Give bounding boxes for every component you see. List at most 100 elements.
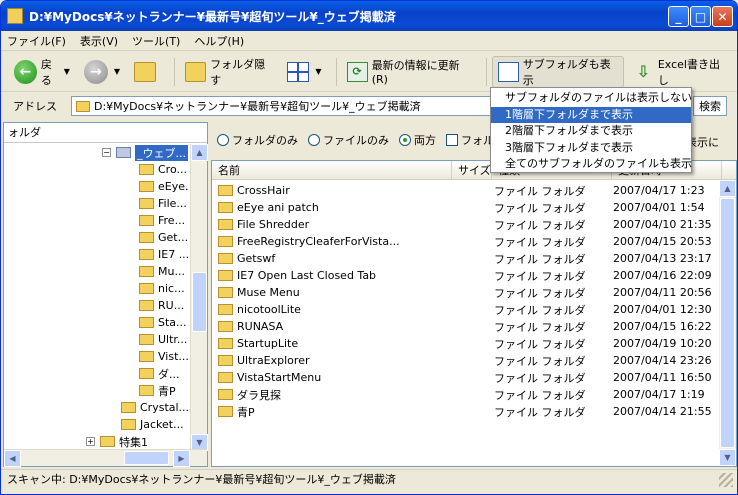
- menu-help[interactable]: ヘルプ(H): [194, 33, 244, 49]
- refresh-button[interactable]: ⟳ 最新の情報に更新(R): [342, 56, 477, 88]
- list-vertical-scrollbar[interactable]: ▲ ▼: [719, 180, 736, 466]
- folder-icon: [218, 253, 233, 264]
- search-button[interactable]: 検索: [693, 96, 727, 116]
- table-row[interactable]: FreeRegistryCleaferForVista... ファイル フォルダ 2…: [212, 233, 732, 250]
- view-mode-button[interactable]: ▼: [282, 56, 326, 88]
- title-bar[interactable]: D:¥MyDocs¥ネットランナー¥最新号¥超旬ツール¥_ウェブ掲載済 _ □ …: [1, 1, 737, 31]
- type-cell: ファイル フォルダ: [494, 218, 586, 232]
- tree-node[interactable]: Fre...: [139, 212, 185, 229]
- name-cell: 青P: [218, 404, 255, 420]
- tree-node[interactable]: Jacket...: [121, 416, 184, 433]
- expand-icon[interactable]: +: [86, 437, 95, 446]
- tree-vertical-scrollbar[interactable]: ▲ ▼: [190, 144, 208, 451]
- folder-icon: [139, 232, 154, 243]
- tree-node[interactable]: Crystal...: [121, 399, 189, 416]
- date-cell: 2007/04/15 20:53: [613, 235, 712, 248]
- resize-grip-icon[interactable]: [719, 473, 733, 487]
- hide-folder-button[interactable]: フォルダ隠す: [180, 56, 278, 88]
- menu-file[interactable]: ファイル(F): [7, 33, 66, 49]
- folder-icon: [121, 419, 136, 430]
- menu-view[interactable]: 表示(V): [80, 33, 118, 49]
- folder-app-icon: [7, 8, 23, 24]
- date-cell: 2007/04/19 10:20: [613, 337, 712, 350]
- table-row[interactable]: CrossHair ファイル フォルダ 2007/04/17 1:23: [212, 182, 732, 199]
- date-cell: 2007/04/11 16:50: [613, 371, 712, 384]
- radio-both[interactable]: 両方: [399, 132, 436, 148]
- folder-checkbox[interactable]: フォル: [446, 132, 494, 148]
- folder-icon: [139, 215, 154, 226]
- tree-node[interactable]: Cro...: [139, 161, 187, 178]
- table-row[interactable]: ダラ見探 ファイル フォルダ 2007/04/17 1:19: [212, 386, 732, 403]
- tree-node[interactable]: eEye...: [139, 178, 189, 195]
- file-list-pane: フォルダのみ ファイルのみ 両方 フォル 表示に 名前 サイズ 種類 更新日時 …: [211, 122, 737, 467]
- menu-item-three-levels[interactable]: 3階層下フォルダまで表示: [491, 140, 691, 157]
- up-folder-button[interactable]: [129, 56, 165, 88]
- table-row[interactable]: Getswf ファイル フォルダ 2007/04/13 23:17: [212, 250, 732, 267]
- table-row[interactable]: VistaStartMenu ファイル フォルダ 2007/04/11 16:50: [212, 369, 732, 386]
- back-button[interactable]: ← 戻る ▼: [9, 56, 75, 88]
- folder-icon: [139, 334, 154, 345]
- menu-item-no-subfolder-files[interactable]: サブフォルダのファイルは表示しない: [491, 90, 692, 107]
- scroll-thumb[interactable]: [192, 272, 207, 332]
- tree-node[interactable]: File...: [139, 195, 187, 212]
- column-name[interactable]: 名前: [212, 161, 452, 179]
- type-cell: ファイル フォルダ: [494, 303, 586, 317]
- folder-icon: [218, 389, 233, 400]
- menu-item-all-subfolders[interactable]: 全てのサブフォルダのファイルも表示: [491, 156, 692, 173]
- tree-node[interactable]: nic...: [139, 280, 185, 297]
- table-row[interactable]: StartupLite ファイル フォルダ 2007/04/19 10:20: [212, 335, 732, 352]
- download-arrow-icon: ⇩: [636, 61, 650, 81]
- forward-arrow-icon: →: [83, 59, 108, 84]
- name-cell: RUNASA: [218, 320, 283, 333]
- excel-export-button[interactable]: ⇩ Excel書き出し: [628, 56, 733, 88]
- table-row[interactable]: File Shredder ファイル フォルダ 2007/04/10 21:35: [212, 216, 732, 233]
- address-input[interactable]: D:¥MyDocs¥ネットランナー¥最新号¥超旬ツール¥_ウェブ掲載済: [71, 96, 491, 116]
- menu-tools[interactable]: ツール(T): [132, 33, 180, 49]
- scroll-up-icon[interactable]: ▲: [191, 144, 208, 161]
- table-row[interactable]: RUNASA ファイル フォルダ 2007/04/15 16:22: [212, 318, 732, 335]
- date-cell: 2007/04/14 21:55: [613, 405, 712, 418]
- scroll-down-icon[interactable]: ▼: [719, 449, 736, 466]
- forward-button[interactable]: → ▼: [79, 56, 125, 88]
- menu-item-one-level[interactable]: 1階層下フォルダまで表示: [491, 106, 691, 123]
- refresh-icon: ⟳: [346, 61, 368, 82]
- tree-node[interactable]: Mu...: [139, 263, 185, 280]
- scroll-thumb[interactable]: [720, 198, 735, 448]
- menu-item-two-levels[interactable]: 2階層下フォルダまで表示: [491, 123, 691, 140]
- back-label: 戻る: [40, 57, 52, 87]
- tree-node[interactable]: ダ...: [139, 365, 180, 382]
- column-size[interactable]: サイズ: [452, 161, 492, 179]
- table-row[interactable]: nicotoolLite ファイル フォルダ 2007/04/01 12:30: [212, 301, 732, 318]
- folder-tree: − _ウェブ... Cro... eEye... File... Fre... …: [4, 144, 189, 451]
- name-cell: StartupLite: [218, 337, 298, 350]
- tree-node-selected[interactable]: − _ウェブ...: [102, 144, 188, 161]
- maximize-button[interactable]: □: [690, 6, 711, 27]
- table-row[interactable]: Muse Menu ファイル フォルダ 2007/04/11 20:56: [212, 284, 732, 301]
- tree-node[interactable]: Vist...: [139, 348, 189, 365]
- file-name: IE7 Open Last Closed Tab: [237, 269, 377, 282]
- scroll-thumb[interactable]: [124, 451, 169, 465]
- table-row[interactable]: IE7 Open Last Closed Tab ファイル フォルダ 2007/04…: [212, 267, 732, 284]
- table-row[interactable]: 青P ファイル フォルダ 2007/04/14 21:55: [212, 403, 732, 420]
- radio-folders-only[interactable]: フォルダのみ: [217, 132, 298, 148]
- scroll-up-icon[interactable]: ▲: [719, 180, 736, 197]
- tree-node[interactable]: IE7 ...: [139, 246, 189, 263]
- table-row[interactable]: UltraExplorer ファイル フォルダ 2007/04/14 23:26: [212, 352, 732, 369]
- tree-node[interactable]: Ultr...: [139, 331, 187, 348]
- subfolder-button[interactable]: サブフォルダも表示: [491, 55, 624, 88]
- table-row[interactable]: eEye ani patch ファイル フォルダ 2007/04/01 1:54: [212, 199, 732, 216]
- name-cell: Getswf: [218, 252, 275, 265]
- tree-horizontal-scrollbar[interactable]: ◀ ▶: [4, 449, 207, 467]
- radio-files-only[interactable]: ファイルのみ: [308, 132, 389, 148]
- tree-node[interactable]: Get...: [139, 229, 188, 246]
- minimize-button[interactable]: _: [668, 6, 689, 27]
- tree-node[interactable]: 青P: [139, 382, 176, 399]
- tree-node[interactable]: + 特集1: [86, 433, 148, 450]
- close-button[interactable]: ✕: [712, 6, 733, 27]
- scroll-right-icon[interactable]: ▶: [173, 450, 190, 467]
- tree-node[interactable]: Sta...: [139, 314, 187, 331]
- collapse-icon[interactable]: −: [102, 148, 111, 157]
- scroll-left-icon[interactable]: ◀: [4, 450, 21, 467]
- folder-icon: [121, 402, 136, 413]
- tree-node[interactable]: RU...: [139, 297, 184, 314]
